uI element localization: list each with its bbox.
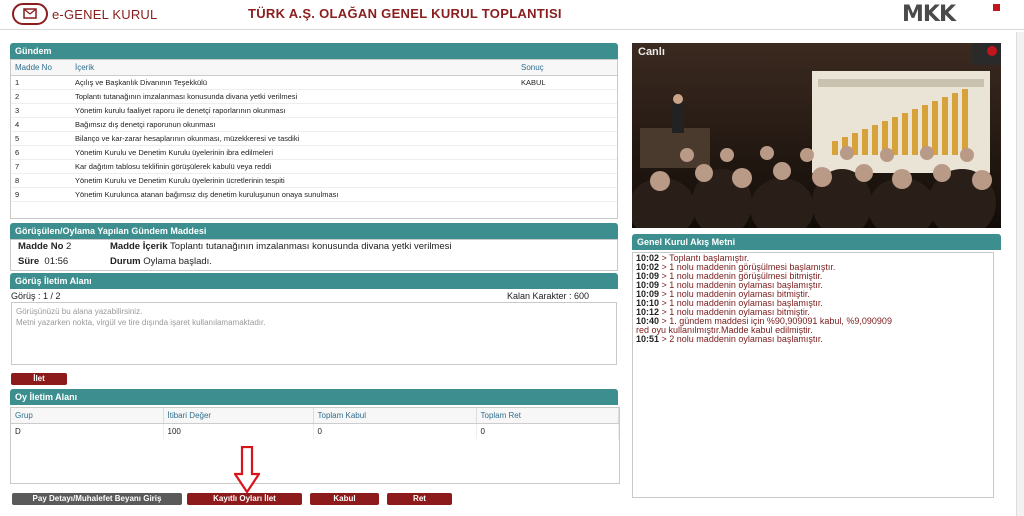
table-row: 2 Toplantı tutanağının imzalanması konusu…	[11, 89, 617, 104]
vote-nominal: 100	[163, 423, 314, 439]
agenda-item-no: 5	[11, 131, 71, 146]
placeholder-line-1: Görüşünüzü bu alana yazabilirsiniz.	[16, 307, 143, 316]
scrollbar[interactable]	[1016, 32, 1024, 516]
opinion-title: Görüş İletim Alanı	[10, 273, 618, 289]
send-registered-votes-button[interactable]: Kayıtlı Oyları İlet	[187, 493, 302, 505]
agenda-item-result	[517, 117, 617, 132]
agenda-item-content: Açılış ve Başkanlık Divanının Teşekkülü	[71, 75, 517, 90]
duration-label: Süre	[18, 256, 40, 267]
vote-col-reject: Toplam Ret	[476, 408, 619, 424]
table-row: 9 Yönetim Kurulunca atanan bağımsız dış d…	[11, 187, 617, 202]
send-opinion-button[interactable]: İlet	[11, 373, 67, 385]
agenda-item-result	[517, 89, 617, 104]
vote-title: Oy İletim Alanı	[10, 389, 618, 405]
vote-group: D	[11, 423, 164, 439]
vote-panel: Grup İtibari Değer Toplam Kabul Toplam R…	[10, 407, 620, 484]
table-row: 1 Açılış ve Başkanlık Divanının Teşekkülü…	[11, 75, 617, 90]
agenda-panel: Madde No İçerik Sonuç 1 Açılış ve Başkanl…	[10, 59, 618, 219]
item-content-label: Madde İçerik	[110, 241, 168, 252]
agenda-item-content: Yönetim Kurulunca atanan bağımsız dış de…	[71, 187, 517, 202]
status-label: Durum	[110, 256, 141, 267]
brand-logo: MKK	[902, 2, 956, 27]
table-row: 5 Bilanço ve kar-zarar hesaplarının okunm…	[11, 131, 617, 146]
app-root: e-GENEL KURUL TÜRK A.Ş. OLAĞAN GENEL KUR…	[0, 0, 1024, 516]
live-label: Canlı	[638, 46, 665, 58]
agenda-item-result	[517, 103, 617, 118]
vote-col-group: Grup	[11, 408, 164, 424]
table-row: 3 Yönetim kurulu faaliyet raporu ile dene…	[11, 103, 617, 118]
live-video[interactable]: Canlı	[632, 43, 1001, 228]
agenda-item-no: 4	[11, 117, 71, 132]
vote-col-nominal: İtibari Değer	[163, 408, 314, 424]
header: e-GENEL KURUL TÜRK A.Ş. OLAĞAN GENEL KUR…	[0, 0, 1024, 30]
flow-title: Genel Kurul Akış Metni	[632, 234, 1001, 250]
logo-text: e-GENEL KURUL	[52, 6, 158, 22]
opinion-textarea[interactable]: Görüşünüzü bu alana yazabilirsiniz. Metn…	[11, 302, 617, 365]
agenda-item-result	[517, 131, 617, 146]
item-no-value: 2	[66, 241, 72, 252]
vote-col-accept: Toplam Kabul	[313, 408, 477, 424]
agenda-item-content: Bağımsız dış denetçi raporunun okunması	[71, 117, 517, 132]
agenda-item-content: Toplantı tutanağının imzalanması konusun…	[71, 89, 517, 104]
agenda-item-result: KABUL	[517, 75, 617, 90]
current-item-status: Durum Oylama başladı.	[110, 256, 212, 267]
flow-time: 10:51	[636, 334, 660, 344]
agenda-item-no: 2	[11, 89, 71, 104]
remaining-characters: Kalan Karakter : 600	[507, 291, 590, 301]
logo-icon	[12, 3, 48, 25]
agenda-col-no: Madde No	[11, 60, 71, 76]
status-value: Oylama başladı.	[143, 256, 212, 267]
video-frame	[632, 43, 1001, 228]
down-arrow-icon	[234, 446, 260, 494]
agenda-table: Madde No İçerik Sonuç 1 Açılış ve Başkanl…	[11, 60, 617, 202]
current-item-title: Görüşülen/Oylama Yapılan Gündem Maddesi	[10, 223, 618, 239]
flow-text-panel[interactable]: 10:02 > Toplantı başlamıştır. 10:02 > 1 n…	[632, 252, 994, 498]
item-no-label: Madde No	[18, 241, 64, 252]
agenda-col-result: Sonuç	[517, 60, 617, 76]
vote-row: D 100 0 0	[11, 423, 619, 439]
agenda-item-content: Yönetim kurulu faaliyet raporu ile denet…	[71, 103, 517, 118]
duration-value: 01:56	[44, 256, 69, 267]
agenda-item-result	[517, 187, 617, 202]
accept-button[interactable]: Kabul	[310, 493, 379, 505]
agenda-title: Gündem	[10, 43, 618, 59]
brand-dot	[993, 4, 1000, 11]
agenda-col-content: İçerik	[71, 60, 517, 76]
logo: e-GENEL KURUL	[12, 3, 157, 25]
current-item-content: Madde İçerik Toplantı tutanağının imzala…	[110, 241, 452, 252]
vote-accept: 0	[313, 423, 477, 439]
flow-message: > 2 nolu maddenin oylaması başlamıştır.	[659, 334, 823, 344]
pay-detail-button[interactable]: Pay Detayı/Muhalefet Beyanı Giriş	[12, 493, 182, 505]
agenda-item-result	[517, 173, 617, 188]
agenda-item-result	[517, 145, 617, 160]
agenda-item-content: Yönetim Kurulu ve Denetim Kurulu üyeleri…	[71, 173, 517, 188]
table-row: 7 Kar dağıtım tablosu teklifinin görüşüle…	[11, 159, 617, 174]
agenda-item-no: 8	[11, 173, 71, 188]
flow-line: 10:51 > 2 nolu maddenin oylaması başlamı…	[636, 335, 990, 344]
agenda-item-no: 9	[11, 187, 71, 202]
table-row: 8 Yönetim Kurulu ve Denetim Kurulu üyeler…	[11, 173, 617, 188]
agenda-item-content: Bilanço ve kar-zarar hesaplarının okunma…	[71, 131, 517, 146]
table-row: 6 Yönetim Kurulu ve Denetim Kurulu üyeler…	[11, 145, 617, 160]
current-item-no: Madde No 2	[18, 241, 71, 252]
reject-button[interactable]: Ret	[387, 493, 452, 505]
agenda-item-no: 6	[11, 145, 71, 160]
agenda-item-content: Yönetim Kurulu ve Denetim Kurulu üyeleri…	[71, 145, 517, 160]
current-item-duration: Süre 01:56	[18, 256, 68, 267]
table-row: 4 Bağımsız dış denetçi raporunun okunması	[11, 117, 617, 132]
item-content-value: Toplantı tutanağının imzalanması konusun…	[170, 241, 452, 252]
flow-lines: 10:02 > Toplantı başlamıştır. 10:02 > 1 n…	[636, 254, 990, 344]
placeholder-line-2: Metni yazarken nokta, virgül ve tire dış…	[16, 318, 266, 327]
vote-table: Grup İtibari Değer Toplam Kabul Toplam R…	[11, 408, 619, 439]
agenda-item-no: 3	[11, 103, 71, 118]
agenda-item-no: 7	[11, 159, 71, 174]
agenda-item-content: Kar dağıtım tablosu teklifinin görüşüler…	[71, 159, 517, 174]
opinion-count: Görüş : 1 / 2	[11, 291, 61, 301]
page-title: TÜRK A.Ş. OLAĞAN GENEL KURUL TOPLANTISI	[248, 6, 562, 21]
agenda-item-result	[517, 159, 617, 174]
vote-reject: 0	[476, 423, 619, 439]
agenda-item-no: 1	[11, 75, 71, 90]
